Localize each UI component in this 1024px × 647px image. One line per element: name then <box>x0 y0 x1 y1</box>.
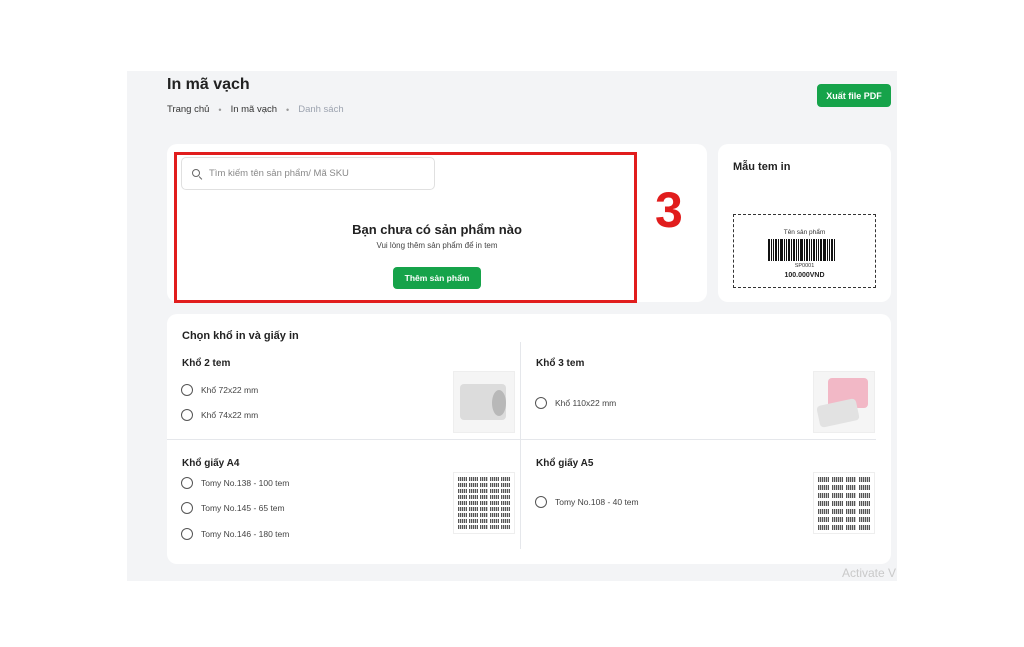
group-title-3-labels: Khổ 3 tem <box>536 358 585 369</box>
radio-label: Tomy No.138 - 100 tem <box>201 478 290 488</box>
activate-windows-watermark: Activate V <box>842 566 897 580</box>
radio-option[interactable]: Tomy No.145 - 65 tem <box>181 502 285 514</box>
radio-label: Khổ 74x22 mm <box>201 410 259 420</box>
breadcrumb-barcode[interactable]: In mã vạch <box>231 104 277 115</box>
radio-option[interactable]: Tomy No.108 - 40 tem <box>535 496 639 508</box>
label-roll-image <box>813 371 875 433</box>
breadcrumb-separator: • <box>286 104 290 115</box>
radio-label: Tomy No.145 - 65 tem <box>201 503 285 513</box>
label-preview: Tên sản phẩm SP0001 100.000VND <box>733 214 876 288</box>
breadcrumb-current: Danh sách <box>298 104 344 115</box>
breadcrumb: Trang chủ • In mã vạch • Danh sách <box>167 104 344 115</box>
radio-button[interactable] <box>181 502 193 514</box>
template-card: Mẫu tem in Tên sản phẩm SP0001 100.000VN… <box>718 144 891 302</box>
template-title: Mẫu tem in <box>733 161 791 173</box>
label-sku: SP0001 <box>794 263 815 269</box>
radio-option[interactable]: Khổ 110x22 mm <box>535 397 616 409</box>
paper-options-card: Chọn khổ in và giấy in Khổ 2 tem Khổ 72x… <box>167 314 891 564</box>
radio-label: Tomy No.108 - 40 tem <box>555 497 639 507</box>
breadcrumb-separator: • <box>218 104 222 115</box>
barcode-print-page: In mã vạch Trang chủ • In mã vạch • Danh… <box>127 71 897 581</box>
tutorial-highlight-box <box>174 152 637 303</box>
options-title: Chọn khổ in và giấy in <box>182 330 299 342</box>
barcode-graphic <box>768 239 844 261</box>
radio-label: Khổ 110x22 mm <box>555 398 617 408</box>
group-title-a5: Khổ giấy A5 <box>536 458 594 469</box>
tutorial-step-number: 3 <box>655 182 683 238</box>
breadcrumb-home[interactable]: Trang chủ <box>167 104 209 115</box>
label-roll-image <box>453 371 515 433</box>
a4-sheet-image <box>453 472 515 534</box>
page-title: In mã vạch <box>167 76 250 93</box>
a5-sheet-image <box>813 472 875 534</box>
radio-option[interactable]: Khổ 74x22 mm <box>181 409 258 421</box>
label-product-name: Tên sản phẩm <box>783 229 826 236</box>
radio-label: Khổ 72x22 mm <box>201 385 259 395</box>
export-pdf-button[interactable]: Xuất file PDF <box>817 84 891 107</box>
radio-option[interactable]: Khổ 72x22 mm <box>181 384 258 396</box>
radio-button[interactable] <box>535 397 547 409</box>
group-title-a4: Khổ giấy A4 <box>182 458 240 469</box>
radio-button[interactable] <box>181 477 193 489</box>
radio-option[interactable]: Tomy No.146 - 180 tem <box>181 528 289 540</box>
radio-option[interactable]: Tomy No.138 - 100 tem <box>181 477 289 489</box>
column-divider <box>520 342 521 549</box>
label-price: 100.000VND <box>784 272 825 279</box>
group-title-2-labels: Khổ 2 tem <box>182 358 231 369</box>
radio-button[interactable] <box>535 496 547 508</box>
radio-button[interactable] <box>181 384 193 396</box>
radio-button[interactable] <box>181 409 193 421</box>
radio-button[interactable] <box>181 528 193 540</box>
row-divider <box>167 439 876 440</box>
radio-label: Tomy No.146 - 180 tem <box>201 529 290 539</box>
